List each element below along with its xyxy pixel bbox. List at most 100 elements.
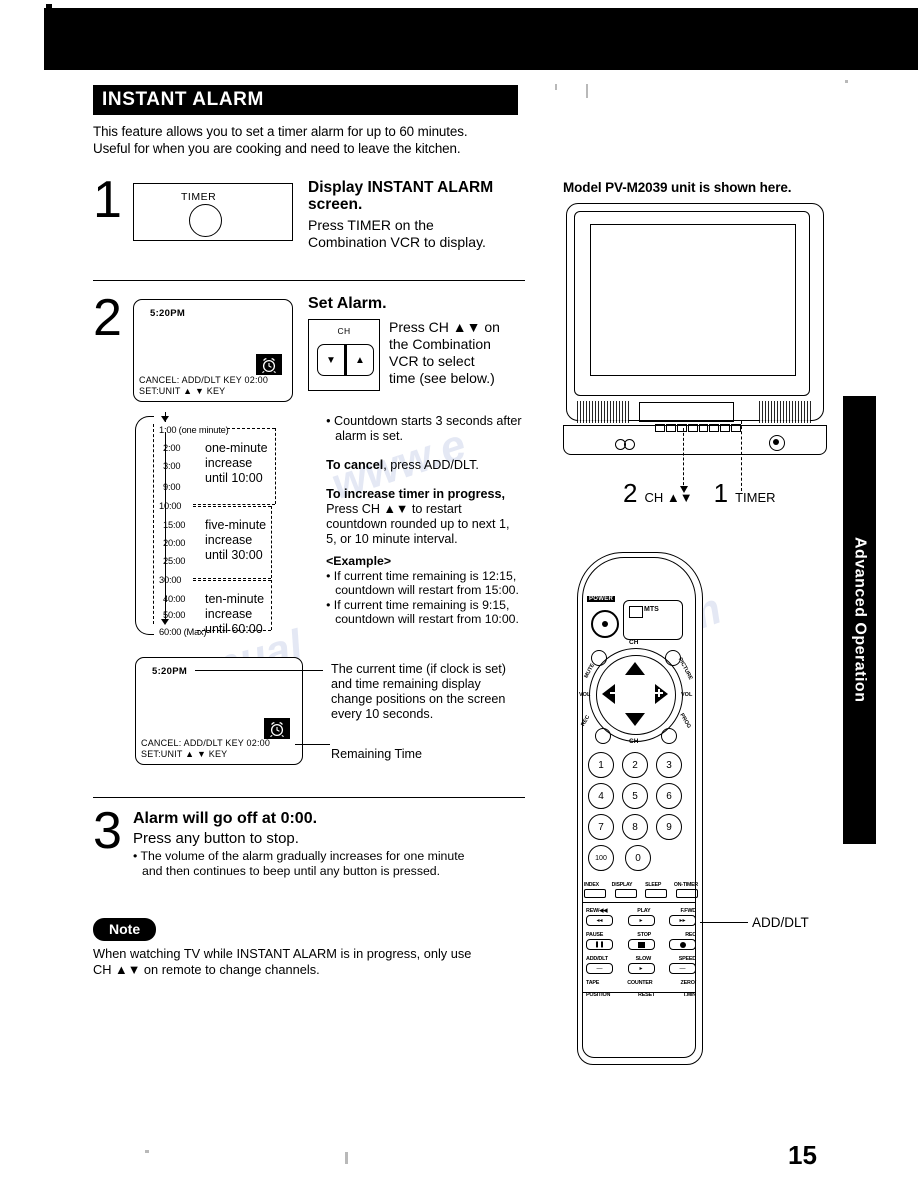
to-cancel-bold: To cancel <box>326 458 384 472</box>
speed-button: — <box>669 963 696 974</box>
power-button-icon <box>591 610 619 638</box>
sleep-label: SLEEP <box>645 882 662 888</box>
stop-icon <box>637 941 645 948</box>
pause-button: ❚❚ <box>586 939 613 950</box>
side-tab-label: Advanced Operation <box>851 537 869 703</box>
ch-rocker: ▼ ▲ <box>317 344 374 376</box>
counter-label: COUNTER <box>627 980 653 986</box>
pause-label: PAUSE <box>586 932 604 938</box>
key-1: 1 <box>588 752 614 778</box>
note-line-1: When watching TV while INSTANT ALARM is … <box>93 946 472 962</box>
step-2-heading: Set Alarm. <box>308 295 387 312</box>
key-6: 6 <box>656 783 682 809</box>
note-block: Note When watching TV while INSTANT ALAR… <box>93 918 525 977</box>
remote-power-label: POWER <box>587 596 616 602</box>
scan-speck <box>555 84 557 90</box>
key-9: 9 <box>656 814 682 840</box>
osd-callout-top-line-2: and time remaining display <box>331 677 481 691</box>
note-badge: Note <box>93 918 157 942</box>
section-title-bar: INSTANT ALARM <box>93 85 518 115</box>
tv-model-caption: Model PV-M2039 unit is shown here. <box>563 180 792 195</box>
tv-callout-ch-label: CH ▲▼ <box>644 490 693 505</box>
to-increase-line-1: Press CH ▲▼ to restart <box>326 502 462 516</box>
vol-left-label: VOL <box>579 692 591 698</box>
tv-callout-timer-label: TIMER <box>735 490 776 505</box>
osd-screen-step2: 5:20PM CANCEL: ADD/DLT KEY 02:00 SET:UNI… <box>133 299 293 402</box>
remote-mts-label: MTS <box>644 606 659 613</box>
prog-side-button-icon <box>661 728 677 744</box>
example-2-line-2: countdown will restart from 10:00. <box>335 612 519 627</box>
step-1-heading-line-1: Display INSTANT ALARM <box>308 179 494 196</box>
step-2-body-line-1: Press CH ▲▼ on <box>389 319 500 335</box>
step-3-body: Press any button to stop. <box>133 830 299 847</box>
tv-callout-row: 2 CH ▲▼ 1 TIMER <box>623 480 776 506</box>
step2-side-notes: • Countdown starts 3 seconds after alarm… <box>326 414 525 639</box>
to-increase-bold: To increase timer in progress, <box>326 487 506 501</box>
speed-label: SPEED <box>678 956 696 962</box>
keypad-row: 1 2 3 <box>588 752 682 778</box>
ffwd-button: ▸▸ <box>669 915 696 926</box>
vcr-row-pause-stop-rec: PAUSE STOP REC ❚❚ <box>586 932 696 950</box>
slow-label: SLOW <box>635 956 652 962</box>
tape-label: TAPE <box>586 980 600 986</box>
rew-icon: ◂◂ <box>596 918 603 924</box>
flow-group-1-right <box>275 428 276 504</box>
ch-rocker-label: CH <box>337 326 351 336</box>
flow-time-5: 10:00 <box>159 501 182 511</box>
flow-time-10: 40:00 <box>163 594 186 604</box>
osd-callout-top-line-3: change positions on the screen <box>331 692 506 706</box>
step-3-bullet-line-2: and then continues to beep until any but… <box>142 863 441 878</box>
rew-label: REW/◀◀ <box>586 908 608 914</box>
manual-page: www.e manual .com INSTANT ALARM This fea… <box>0 0 918 1188</box>
side-tab-advanced-operation: Advanced Operation <box>843 396 876 844</box>
section-title: INSTANT ALARM <box>102 89 264 110</box>
page-number: 15 <box>788 1140 817 1170</box>
index-label: INDEX <box>584 882 599 888</box>
dial-ch-top-label: CH <box>629 639 639 646</box>
keypad-row: 100 0 <box>588 845 682 871</box>
timer-button-illustration: TIMER <box>133 183 293 241</box>
mts-indicator-icon <box>629 606 643 618</box>
zero-label: ZERO/ <box>680 980 697 986</box>
add-dlt-button: — <box>586 963 613 974</box>
keypad-row: 7 8 9 <box>588 814 682 840</box>
ch-rocker-illustration: CH ▼ ▲ <box>308 319 380 391</box>
stop-button <box>627 939 655 950</box>
osd-callout-top-line-1: The current time (if clock is set) <box>331 662 506 676</box>
flow-group-3-top <box>193 580 271 581</box>
add-dlt-icon: — <box>596 965 603 972</box>
flow-group-2-line-2: increase <box>205 533 253 547</box>
tv-vcr-cassette-slot <box>639 402 734 422</box>
flow-group-1-line-3: until 10:00 <box>205 471 263 485</box>
slow-button: ▸ <box>627 963 655 974</box>
remote-mts-panel: MTS <box>623 600 683 640</box>
slow-icon: ▸ <box>639 966 643 972</box>
flow-spine-1 <box>153 424 154 624</box>
tv-callout-timer-number: 1 <box>713 478 729 508</box>
step-1: 1 TIMER Display INSTANT ALARM screen. Pr… <box>93 174 525 250</box>
volume-minus-glyph <box>610 692 618 694</box>
scan-speck <box>845 80 848 83</box>
step-2-number: 2 <box>93 289 122 347</box>
flow-time-11: 50:00 <box>163 610 186 620</box>
osd-line-2: SET:UNIT ▲ ▼ KEY <box>139 386 226 396</box>
ch-up-icon: ▲ <box>355 354 365 366</box>
rec-icon <box>679 941 686 948</box>
osd2-line-2: SET:UNIT ▲ ▼ KEY <box>141 749 228 759</box>
on-timer-label: ON-TIMER <box>673 882 698 888</box>
step-1-heading-line-2: screen. <box>308 196 363 213</box>
play-label: PLAY <box>637 908 651 914</box>
channel-down-icon <box>625 713 645 726</box>
step-2: 2 5:20PM CANCEL: ADD/DLT KEY 02:00 SET:U… <box>93 289 525 402</box>
scan-speck <box>586 84 588 98</box>
flow-group-1-line-2: increase <box>205 456 253 470</box>
play-icon: ▸ <box>639 918 643 924</box>
example-2-line-1: • If current time remaining is 9:15, <box>326 597 510 612</box>
key-0: 0 <box>625 845 651 871</box>
speed-icon: — <box>679 965 686 972</box>
tv-callout-ch-number: 2 <box>623 478 638 508</box>
step-divider-1 <box>93 280 525 281</box>
flow-group-3-line-1: ten-minute <box>205 592 265 606</box>
flow-group-2-bottom <box>193 578 271 579</box>
step-3-bullet-line-1: • The volume of the alarm gradually incr… <box>133 849 465 863</box>
